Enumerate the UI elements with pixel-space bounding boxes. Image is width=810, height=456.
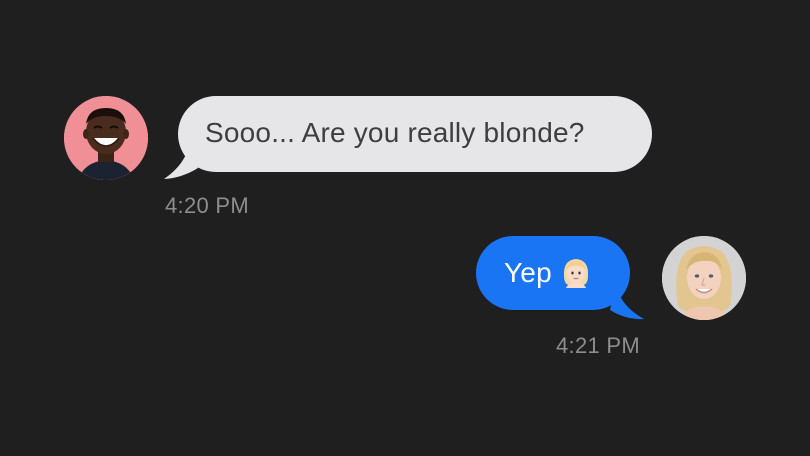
- sent-bubble-tail: [610, 284, 644, 320]
- message-text: Sooo... Are you really blonde?: [205, 117, 585, 148]
- sent-message-bubble[interactable]: Yep: [476, 236, 630, 310]
- sender-avatar[interactable]: [64, 96, 148, 180]
- received-message-bubble[interactable]: Sooo... Are you really blonde?: [178, 96, 652, 172]
- chat-view: Sooo... Are you really blonde? 4:20 PM Y…: [0, 0, 810, 456]
- smiling-man-avatar: [64, 96, 148, 180]
- message-timestamp: 4:21 PM: [556, 333, 641, 358]
- own-avatar[interactable]: [662, 236, 746, 320]
- blonde-woman-emoji: [563, 259, 588, 288]
- received-bubble-tail: [164, 142, 198, 179]
- message-timestamp: 4:20 PM: [165, 193, 250, 218]
- smiling-woman-avatar: [662, 236, 746, 320]
- message-text: Yep: [504, 256, 592, 289]
